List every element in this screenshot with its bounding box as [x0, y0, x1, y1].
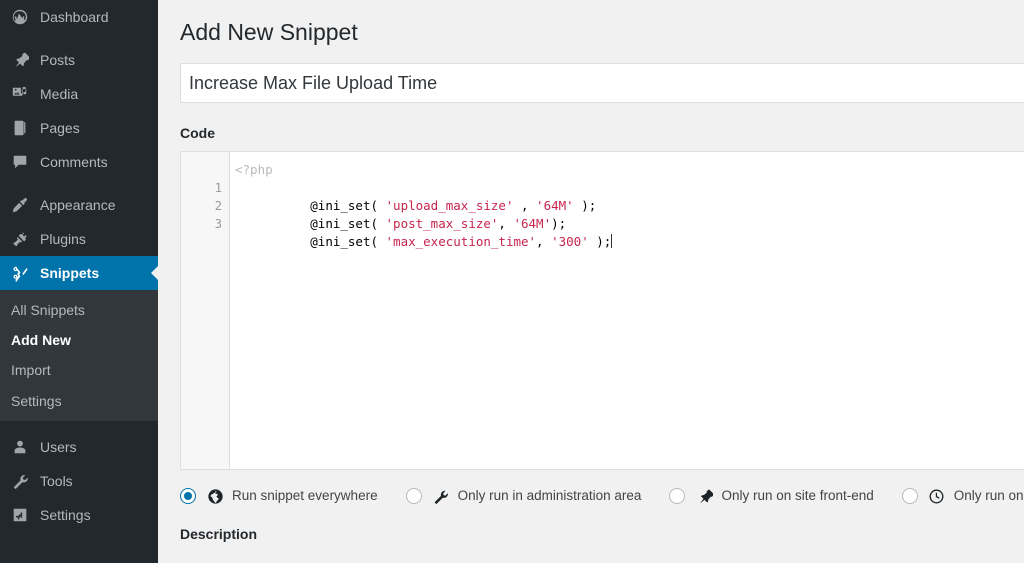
sidebar-item-label: Posts	[40, 52, 76, 68]
radio-run-everywhere[interactable]	[180, 488, 196, 504]
scope-option-label: Only run in administration area	[457, 488, 642, 504]
description-section-label: Description	[180, 526, 258, 542]
wrench-icon	[9, 471, 31, 491]
code-token-string: 'max_execution_time'	[385, 234, 537, 249]
users-icon	[9, 437, 31, 457]
line-number: 3	[214, 217, 222, 231]
sidebar-item-settings[interactable]: Settings	[0, 498, 158, 532]
main-content: Add New Snippet Code 0 1 2 3 <?php @ini_…	[158, 0, 1024, 563]
pages-icon	[9, 118, 31, 138]
code-editor[interactable]: 0 1 2 3 <?php @ini_set( 'upload_max_size…	[180, 151, 1024, 470]
code-token-string: 'post_max_size'	[385, 216, 499, 231]
submenu-item-all-snippets[interactable]: All Snippets	[0, 295, 158, 325]
radio-front-end[interactable]	[669, 488, 686, 504]
code-token: );	[588, 234, 612, 249]
line-number: 1	[214, 181, 222, 195]
code-editor-gutter: 0 1 2 3	[181, 152, 230, 469]
snippet-title-input[interactable]	[180, 63, 1024, 103]
scope-option-admin-area[interactable]: Only run in administration area	[405, 486, 642, 506]
scope-option-everywhere[interactable]: Run snippet everywhere	[180, 486, 378, 506]
clock-icon	[927, 486, 947, 506]
wrench-icon	[431, 486, 451, 506]
sidebar-item-label: Tools	[40, 472, 73, 489]
sidebar-item-label: Media	[40, 86, 79, 102]
code-token-string: '300'	[551, 234, 589, 249]
sidebar-item-label: Pages	[40, 120, 80, 136]
code-line-php-tag: <?php	[235, 162, 273, 177]
line-number: 2	[214, 199, 222, 213]
code-token: @ini_set(	[310, 198, 386, 213]
active-menu-arrow-icon	[151, 265, 158, 281]
pin-icon	[9, 50, 31, 70]
sidebar-item-label: Dashboard	[40, 9, 109, 25]
sidebar-item-comments[interactable]: Comments	[0, 145, 158, 179]
submenu-item-add-new[interactable]: Add New	[0, 325, 158, 355]
comments-icon	[9, 152, 31, 172]
sidebar-item-label: Comments	[40, 154, 108, 170]
settings-icon	[9, 505, 31, 525]
code-section-label: Code	[180, 125, 215, 141]
sidebar-item-plugins[interactable]: Plugins	[0, 222, 158, 256]
sidebar-item-tools[interactable]: Tools	[0, 464, 158, 498]
sidebar-item-label: Settings	[40, 506, 91, 523]
code-editor-body[interactable]: <?php @ini_set( 'upload_max_size' , '64M…	[230, 152, 1024, 469]
radio-run-once[interactable]	[901, 488, 918, 504]
sidebar-item-posts[interactable]: Posts	[0, 43, 158, 77]
sidebar-item-label: Plugins	[40, 231, 86, 247]
dashboard-icon	[9, 7, 31, 27]
submenu-item-settings[interactable]: Settings	[0, 386, 158, 416]
snippets-submenu: All Snippets Add New Import Settings	[0, 290, 158, 421]
code-token: ,	[513, 198, 537, 213]
code-line: @ini_set( 'upload_max_size' , '64M' );	[235, 179, 1024, 213]
sidebar-item-snippets[interactable]: Snippets	[0, 256, 158, 290]
sidebar-item-users[interactable]: Users	[0, 430, 158, 464]
sidebar-item-label: Users	[40, 438, 77, 455]
scope-option-run-once[interactable]: Only run once	[901, 486, 1024, 506]
admin-sidebar: Dashboard Posts Media Pages Comments App…	[0, 0, 158, 563]
sidebar-separator	[0, 34, 158, 43]
code-token: ,	[536, 234, 552, 249]
scope-option-front-end[interactable]: Only run on site front-end	[669, 486, 874, 506]
sidebar-separator	[0, 421, 158, 430]
sidebar-item-dashboard[interactable]: Dashboard	[0, 0, 158, 34]
code-token: );	[573, 198, 597, 213]
code-token: @ini_set(	[310, 216, 386, 231]
admin-page: Dashboard Posts Media Pages Comments App…	[0, 0, 1024, 563]
scope-option-label: Only run once	[953, 488, 1024, 504]
snippet-scope-options: Run snippet everywhere Only run in admin…	[180, 486, 1024, 506]
sidebar-item-label: Appearance	[40, 197, 116, 213]
text-cursor	[611, 234, 613, 248]
line-number-blank: 0	[181, 161, 229, 179]
sidebar-item-media[interactable]: Media	[0, 77, 158, 111]
brush-icon	[9, 195, 31, 215]
sidebar-separator	[0, 179, 158, 188]
code-token-string: '64M'	[536, 198, 574, 213]
radio-admin-area[interactable]	[405, 488, 422, 504]
code-token-string: '64M'	[513, 216, 552, 231]
sidebar-item-pages[interactable]: Pages	[0, 111, 158, 145]
scissors-icon	[9, 263, 31, 283]
code-token: ,	[498, 216, 514, 231]
code-token-string: 'upload_max_size'	[385, 198, 514, 213]
submenu-item-import[interactable]: Import	[0, 355, 158, 385]
scope-option-label: Only run on site front-end	[721, 488, 874, 504]
admin-post-icon	[694, 486, 714, 506]
code-token: @ini_set(	[310, 234, 386, 249]
sidebar-item-label: Snippets	[40, 265, 100, 281]
globe-icon	[205, 486, 225, 506]
sidebar-item-appearance[interactable]: Appearance	[0, 188, 158, 222]
plugins-icon	[9, 229, 31, 249]
code-token: );	[551, 216, 567, 231]
scope-option-label: Run snippet everywhere	[232, 488, 378, 504]
page-title: Add New Snippet	[180, 19, 358, 45]
media-icon	[9, 84, 31, 104]
